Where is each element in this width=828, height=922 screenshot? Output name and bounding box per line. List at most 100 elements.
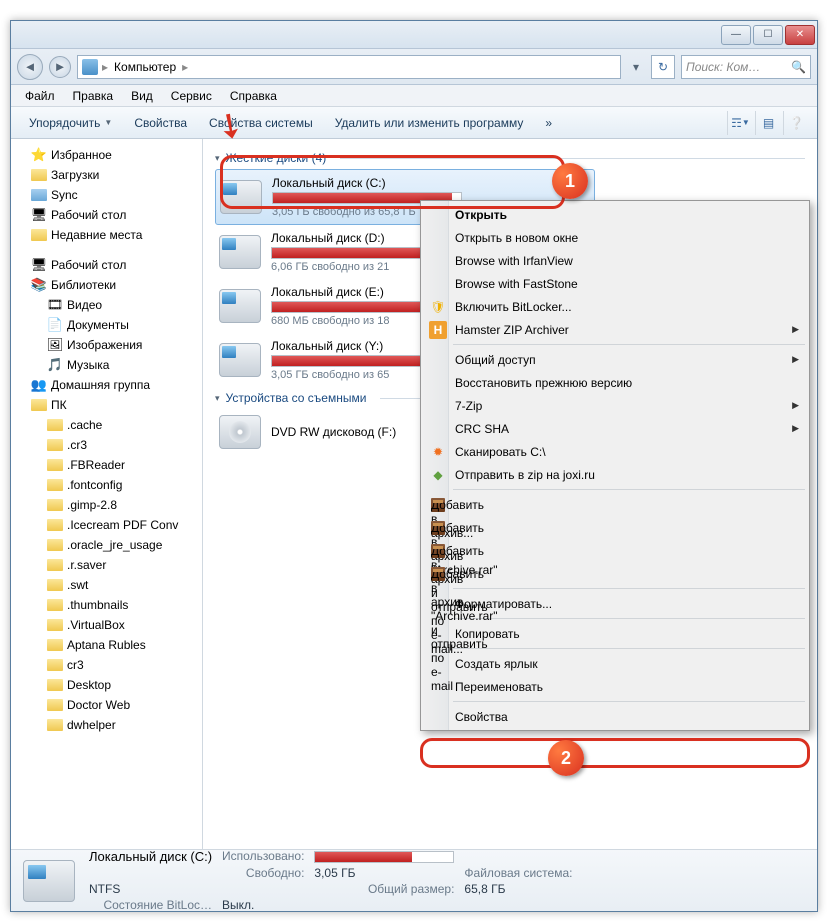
context-menu-item[interactable]: Browse with FastStone	[423, 272, 807, 295]
refresh-button[interactable]: ↻	[651, 55, 675, 79]
context-menu-item[interactable]: Создать ярлык	[423, 652, 807, 675]
context-menu-item[interactable]: Добавить в архив...	[423, 493, 807, 516]
search-input[interactable]: Поиск: Ком… 🔍	[681, 55, 811, 79]
tree-folder[interactable]: .fontconfig	[13, 475, 200, 495]
tree-videos[interactable]: 🎞Видео	[13, 295, 200, 315]
tree-folder[interactable]: .gimp-2.8	[13, 495, 200, 515]
desktop-icon: 🖥	[31, 207, 47, 223]
menu-file[interactable]: Файл	[17, 87, 63, 105]
tree-pc[interactable]: ПК	[13, 395, 200, 415]
winrar-icon: Добавить в архив...	[429, 496, 447, 514]
collapse-icon: ▾	[215, 153, 220, 164]
properties-button[interactable]: Свойства	[124, 112, 197, 134]
context-menu-item[interactable]: Восстановить прежнюю версию	[423, 371, 807, 394]
tree-libraries[interactable]: 📚Библиотеки	[13, 275, 200, 295]
tree-documents[interactable]: 📄Документы	[13, 315, 200, 335]
details-bitlocker-value: Выкл.	[222, 898, 304, 912]
context-menu-item[interactable]: Общий доступ▶	[423, 348, 807, 371]
toolbar-more-button[interactable]: »	[535, 112, 562, 134]
forward-button[interactable]: ►	[49, 56, 71, 78]
tree-downloads[interactable]: Загрузки	[13, 165, 200, 185]
context-menu-item[interactable]: Форматировать...	[423, 592, 807, 615]
back-button[interactable]: ◄	[17, 54, 43, 80]
maximize-button[interactable]: ☐	[753, 25, 783, 45]
context-menu-item[interactable]: Открыть в новом окне	[423, 226, 807, 249]
address-bar[interactable]: ▸ Компьютер ▸	[77, 55, 621, 79]
context-menu-item[interactable]: Переименовать	[423, 675, 807, 698]
tree-folder[interactable]: Doctor Web	[13, 695, 200, 715]
tree-folder[interactable]: .FBReader	[13, 455, 200, 475]
minimize-button[interactable]: —	[721, 25, 751, 45]
menu-view[interactable]: Вид	[123, 87, 161, 105]
tree-pictures[interactable]: 🖼Изображения	[13, 335, 200, 355]
address-dropdown-icon[interactable]: ▾	[627, 60, 645, 74]
crumb-sep-icon: ▸	[102, 60, 108, 74]
context-menu-item[interactable]: Открыть	[423, 203, 807, 226]
context-menu-item[interactable]: ◆Отправить в zip на joxi.ru	[423, 463, 807, 486]
menubar: Файл Правка Вид Сервис Справка	[11, 85, 817, 107]
tree-folder[interactable]: .cache	[13, 415, 200, 435]
joxi-icon: ◆	[429, 466, 447, 484]
group-hard-drives[interactable]: ▾Жесткие диски (4)	[215, 147, 805, 169]
details-fs-value: NTFS	[89, 882, 212, 896]
submenu-arrow-icon: ▶	[792, 324, 799, 335]
context-menu-item[interactable]: ✹Сканировать C:\	[423, 440, 807, 463]
dvd-icon	[219, 415, 261, 449]
tree-folder[interactable]: .swt	[13, 575, 200, 595]
help-button[interactable]: ❔	[783, 111, 809, 135]
tree-sync[interactable]: Sync	[13, 185, 200, 205]
close-button[interactable]: ✕	[785, 25, 815, 45]
context-menu-item[interactable]: Добавить в архив и отправить по e-mail..…	[423, 539, 807, 562]
system-properties-button[interactable]: Свойства системы	[199, 112, 323, 134]
tree-favorites[interactable]: ⭐Избранное	[13, 145, 200, 165]
menu-help[interactable]: Справка	[222, 87, 285, 105]
context-menu-item[interactable]: HHamster ZIP Archiver▶	[423, 318, 807, 341]
preview-pane-button[interactable]: ▤	[755, 111, 781, 135]
tree-desktop[interactable]: 🖥Рабочий стол	[13, 255, 200, 275]
tree-folder[interactable]: .VirtualBox	[13, 615, 200, 635]
submenu-arrow-icon: ▶	[792, 354, 799, 365]
context-menu-item[interactable]: Добавить в архив "Archive.rar" и отправи…	[423, 562, 807, 585]
tree-folder[interactable]: .r.saver	[13, 555, 200, 575]
context-menu-item[interactable]: 🛡Включить BitLocker...	[423, 295, 807, 318]
details-pane: Локальный диск (C:) Использовано: Свобод…	[11, 849, 817, 911]
tree-folder[interactable]: .Icecream PDF Conv	[13, 515, 200, 535]
menu-tools[interactable]: Сервис	[163, 87, 220, 105]
winrar-icon: Добавить в архив "Archive.rar" и отправи…	[429, 565, 447, 583]
tree-recent[interactable]: Недавние места	[13, 225, 200, 245]
navigation-tree[interactable]: ⭐Избранное Загрузки Sync 🖥Рабочий стол Н…	[11, 139, 203, 849]
organize-button[interactable]: Упорядочить▼	[19, 112, 122, 134]
tree-folder[interactable]: .thumbnails	[13, 595, 200, 615]
breadcrumb-computer[interactable]: Компьютер	[112, 60, 178, 74]
tree-folder[interactable]: .oracle_jre_usage	[13, 535, 200, 555]
tree-folder[interactable]: dwhelper	[13, 715, 200, 735]
submenu-arrow-icon: ▶	[792, 400, 799, 411]
uninstall-button[interactable]: Удалить или изменить программу	[325, 112, 534, 134]
tree-homegroup[interactable]: 👥Домашняя группа	[13, 375, 200, 395]
context-menu-item[interactable]: Свойства	[423, 705, 807, 728]
music-icon: 🎵	[47, 357, 63, 373]
library-icon: 📚	[31, 277, 47, 293]
context-menu-item[interactable]: 7-Zip▶	[423, 394, 807, 417]
antivirus-icon: ✹	[429, 443, 447, 461]
crumb-sep-icon: ▸	[182, 60, 188, 74]
tree-music[interactable]: 🎵Музыка	[13, 355, 200, 375]
tree-folder[interactable]: Aptana Rubles	[13, 635, 200, 655]
context-menu-item[interactable]: Добавить в архив "Archive.rar"	[423, 516, 807, 539]
tree-folder[interactable]: .cr3	[13, 435, 200, 455]
winrar-icon: Добавить в архив "Archive.rar"	[429, 519, 447, 537]
star-icon: ⭐	[31, 147, 47, 163]
winrar-icon: Добавить в архив и отправить по e-mail..…	[429, 542, 447, 560]
tree-desktop-fav[interactable]: 🖥Рабочий стол	[13, 205, 200, 225]
tree-folder[interactable]: cr3	[13, 655, 200, 675]
search-icon: 🔍	[791, 60, 806, 74]
menu-edit[interactable]: Правка	[65, 87, 122, 105]
computer-icon	[82, 59, 98, 75]
context-menu-item[interactable]: Browse with IrfanView	[423, 249, 807, 272]
tree-folder[interactable]: Desktop	[13, 675, 200, 695]
context-menu-item[interactable]: CRC SHA▶	[423, 417, 807, 440]
desktop-icon: 🖥	[31, 257, 47, 273]
context-menu-item[interactable]: Копировать	[423, 622, 807, 645]
details-used-label: Использовано:	[222, 849, 304, 864]
view-mode-button[interactable]: ☶▼	[727, 111, 753, 135]
